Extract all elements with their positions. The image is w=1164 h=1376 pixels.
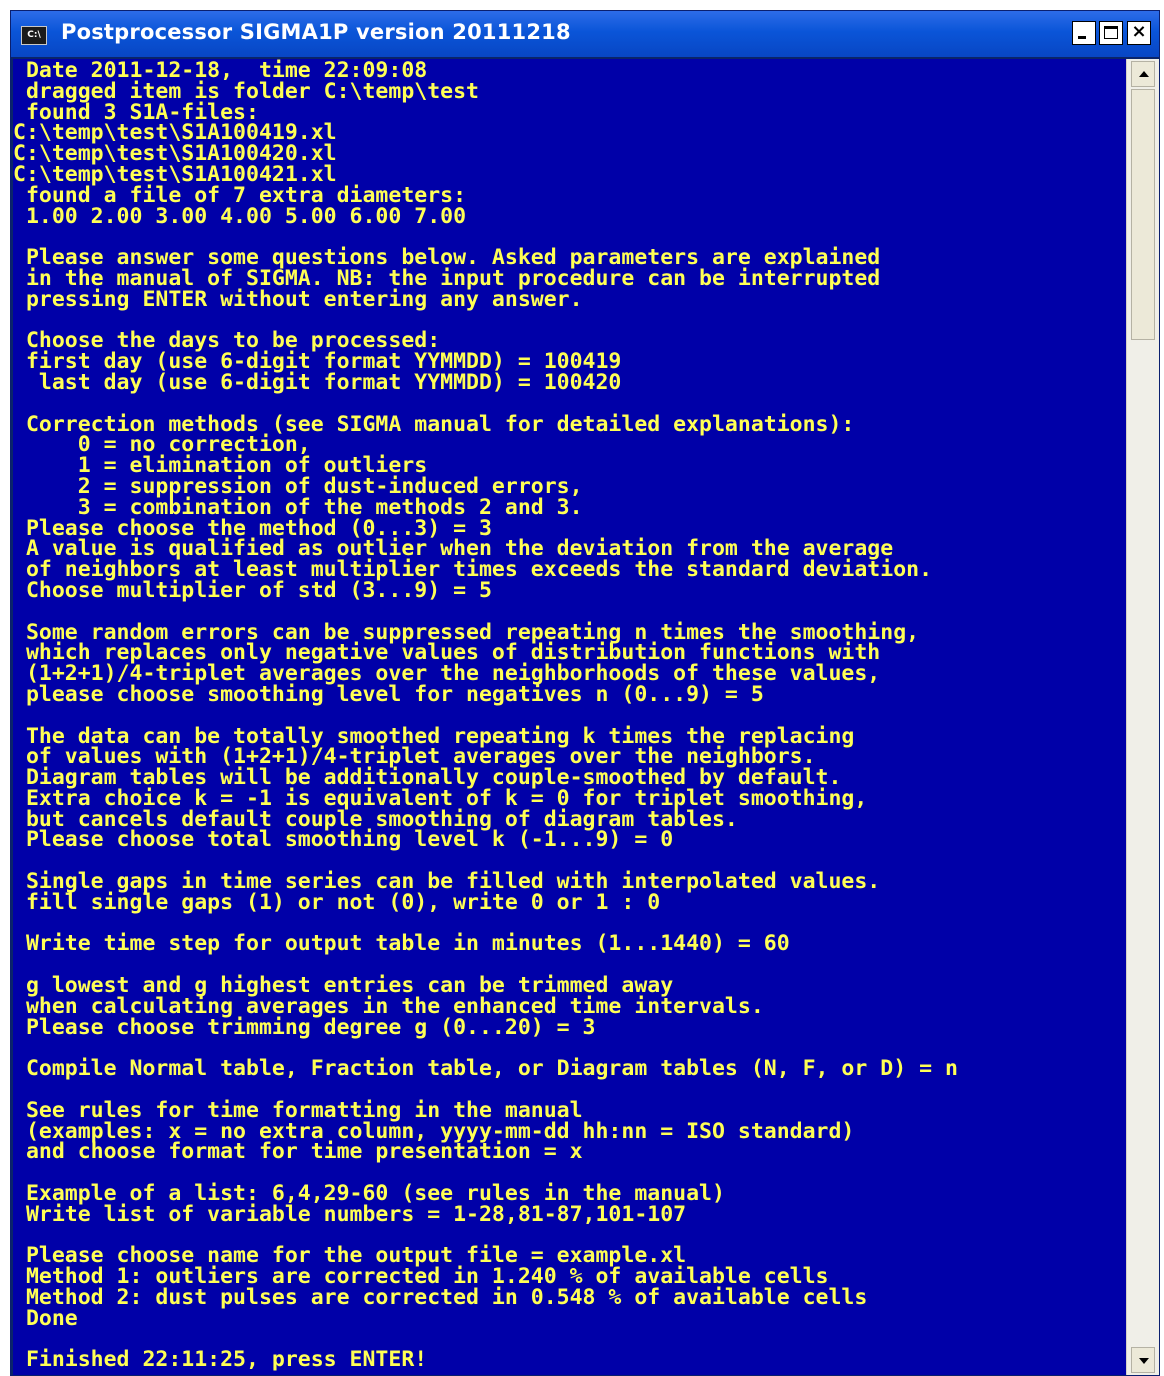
vertical-scrollbar[interactable] xyxy=(1126,59,1159,1375)
console-line: Compile Normal table, Fraction table, or… xyxy=(13,1056,958,1082)
console-line: Choose multiplier of std (3...9) = 5 xyxy=(13,577,492,603)
console-line: Finished 22:11:25, press ENTER! xyxy=(13,1347,428,1373)
console-output[interactable]: Date 2011-12-18, time 22:09:08 dragged i… xyxy=(13,59,1126,1375)
console-line: 1.00 2.00 3.00 4.00 5.00 6.00 7.00 xyxy=(13,203,467,229)
close-icon: × xyxy=(1131,21,1147,42)
console-app-icon[interactable]: C:\ xyxy=(21,26,47,45)
console-line: Method 2: dust pulses are corrected in 0… xyxy=(13,1285,868,1311)
console-line: Please choose trimming degree g (0...20)… xyxy=(13,1014,596,1040)
console-line: Done xyxy=(13,1305,78,1331)
console-line: pressing ENTER without entering any answ… xyxy=(13,286,583,312)
scroll-thumb[interactable] xyxy=(1131,89,1155,341)
console-window: C:\ Postprocessor SIGMA1P version 201112… xyxy=(10,10,1160,1376)
scroll-down-button[interactable] xyxy=(1131,1347,1155,1373)
arrow-up-icon xyxy=(1139,71,1149,77)
console-line: Please choose total smoothing level k (-… xyxy=(13,827,674,853)
scroll-up-button[interactable] xyxy=(1131,61,1155,87)
console-line: Write time step for output table in minu… xyxy=(13,931,790,957)
window-title: Postprocessor SIGMA1P version 20111218 xyxy=(61,20,571,44)
maximize-button[interactable] xyxy=(1099,21,1123,45)
console-line: fill single gaps (1) or not (0), write 0… xyxy=(13,889,661,915)
title-bar[interactable]: C:\ Postprocessor SIGMA1P version 201112… xyxy=(11,11,1159,57)
console-line: last day (use 6-digit format YYMMDD) = 1… xyxy=(13,369,622,395)
maximize-icon xyxy=(1104,26,1118,39)
arrow-down-icon xyxy=(1139,1358,1149,1364)
console-line: and choose format for time presentation … xyxy=(13,1139,583,1165)
console-text: Date 2011-12-18, time 22:09:08 dragged i… xyxy=(13,60,958,1373)
minimize-icon xyxy=(1078,36,1086,39)
console-line: Write list of variable numbers = 1-28,81… xyxy=(13,1201,687,1227)
console-line: please choose smoothing level for negati… xyxy=(13,681,764,707)
close-button[interactable]: × xyxy=(1127,21,1151,45)
minimize-button[interactable] xyxy=(1072,21,1096,45)
